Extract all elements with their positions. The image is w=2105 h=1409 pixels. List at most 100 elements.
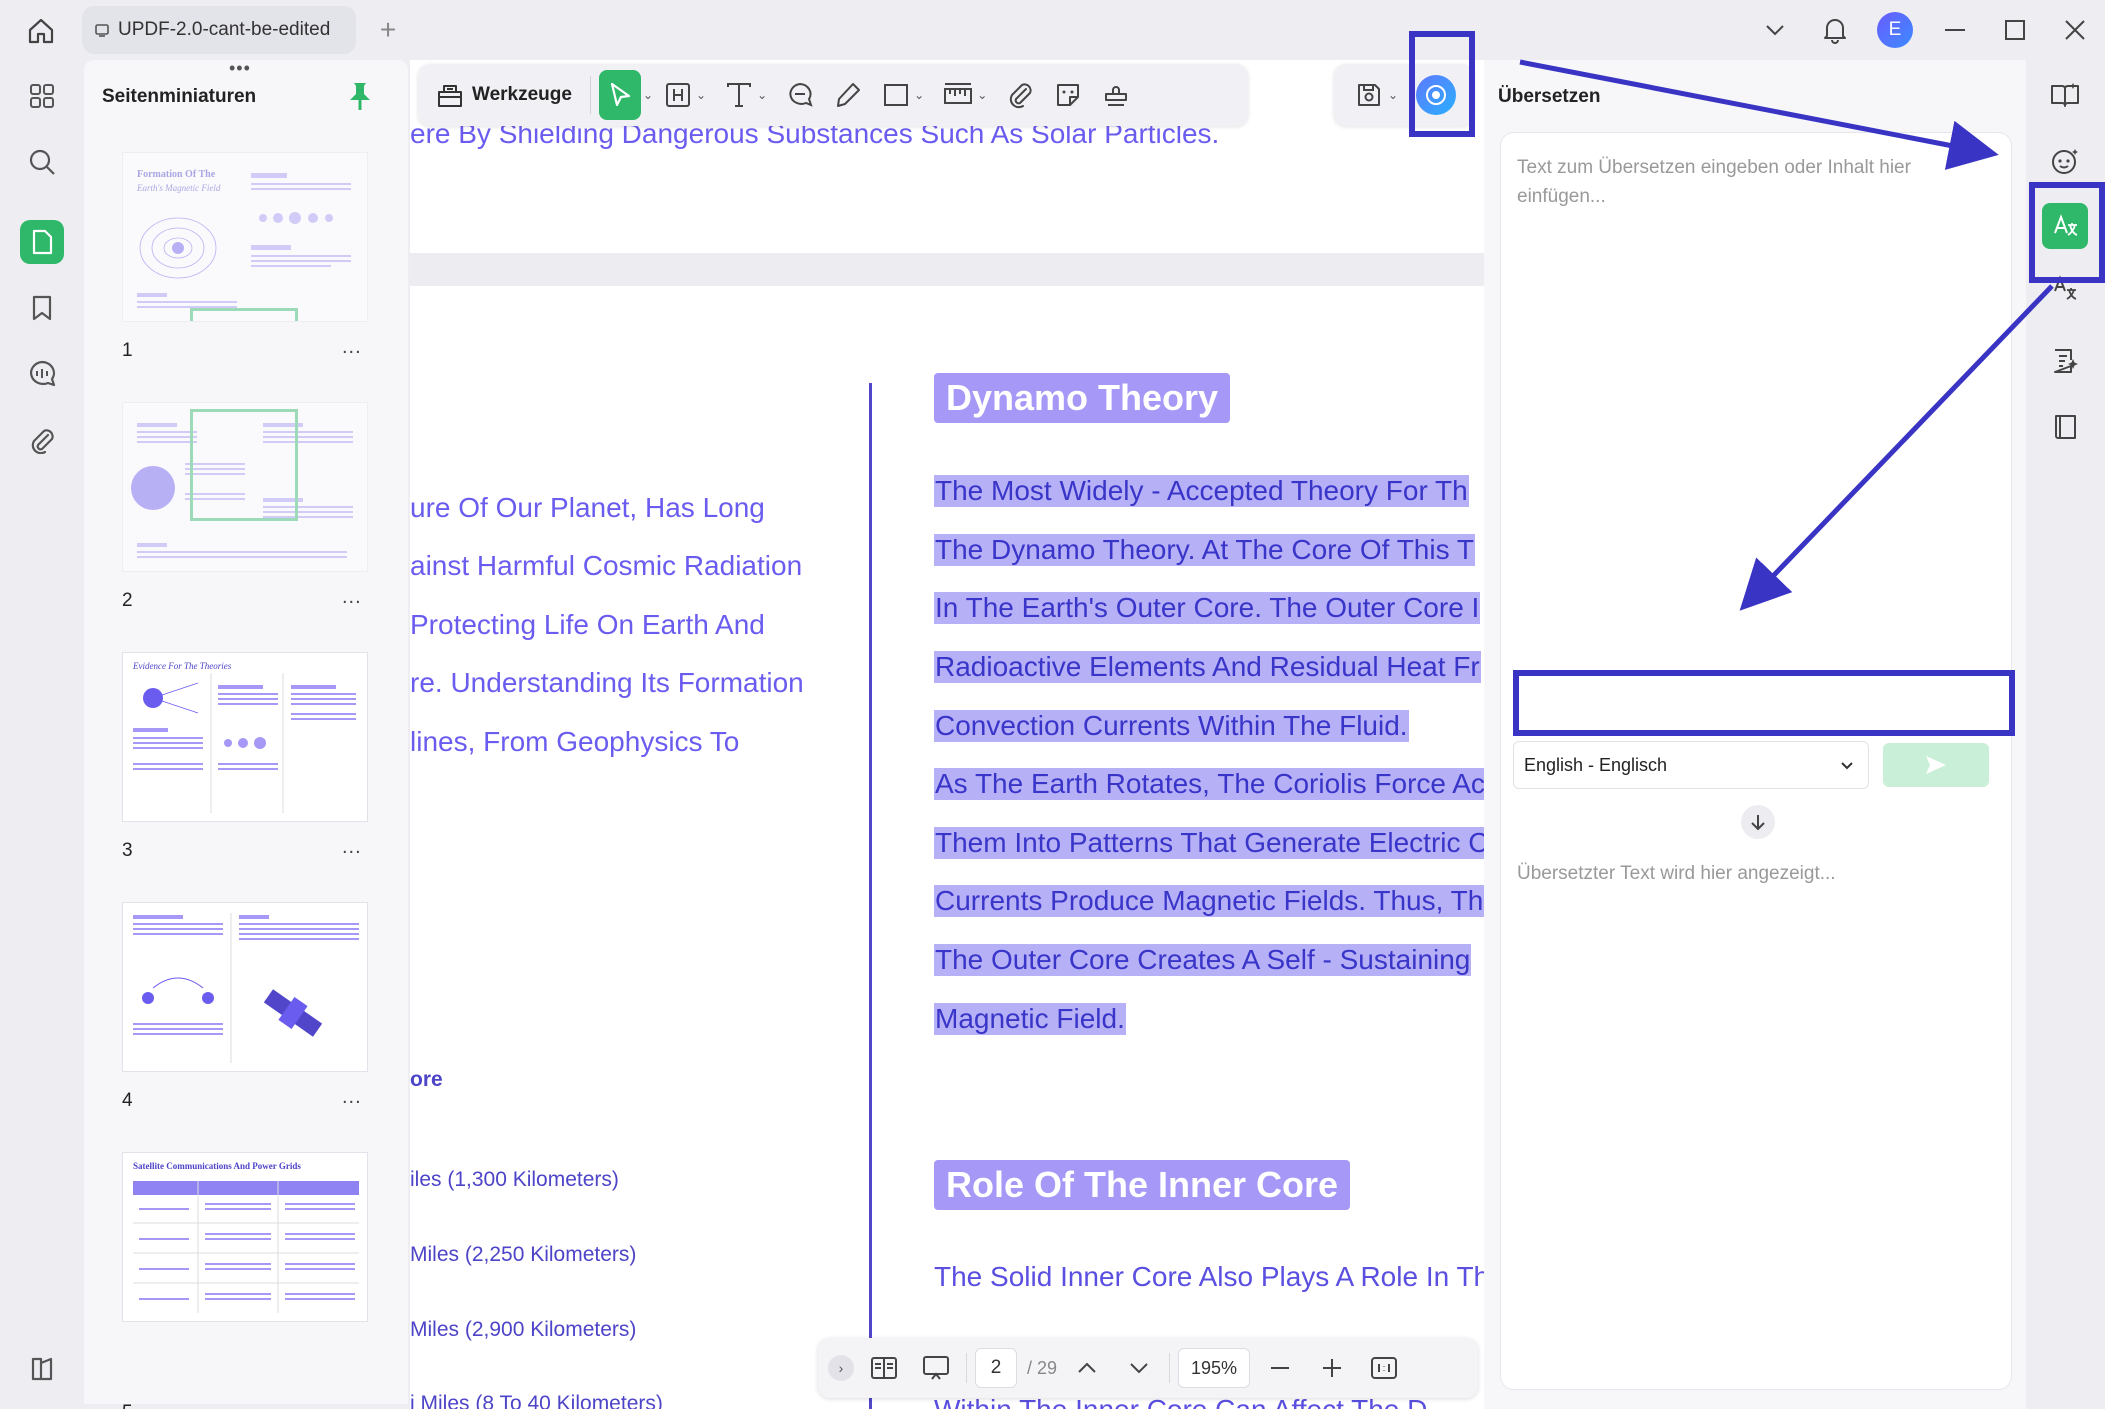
more-options-icon[interactable]: ... (342, 1086, 362, 1109)
page-thumbnail-1[interactable]: Formation Of The Earth's Magnetic Field (122, 152, 368, 322)
chevron-down-icon[interactable]: ⌄ (977, 88, 987, 102)
text-tool[interactable]: ⌄ (716, 70, 775, 120)
page-thumbnail-2[interactable] (122, 402, 368, 572)
reader-icon[interactable] (2042, 72, 2088, 118)
text-box-tool[interactable]: ⌄ (655, 70, 714, 120)
search-icon[interactable] (20, 140, 64, 184)
section-heading: Role Of The Inner Core (934, 1160, 1351, 1210)
bookmark-icon[interactable] (20, 286, 64, 330)
thumbnails-icon[interactable] (20, 220, 64, 264)
sidebar-toggle-icon[interactable] (20, 1346, 64, 1390)
page-layout-icon[interactable] (862, 1346, 906, 1390)
stamp-tool[interactable] (1093, 70, 1139, 120)
avatar: E (1877, 12, 1913, 48)
annotation-highlight-translate-icon (2029, 182, 2105, 283)
thumb-number: 1 (122, 340, 133, 361)
translated-text-output: Übersetzter Text wird hier angezeigt... (1517, 863, 1836, 884)
attach-tool[interactable] (997, 70, 1043, 120)
save-icon[interactable] (1354, 80, 1384, 110)
page-text-line: re. Understanding Its Formation (410, 667, 804, 698)
chevron-down-icon[interactable] (1117, 1346, 1161, 1390)
maximize-icon[interactable] (1985, 0, 2045, 60)
highlighted-text-line[interactable]: The Most Widely - Accepted Theory For Th (934, 475, 1469, 507)
document-viewer[interactable]: ua ere By Shielding Dangerous Substances… (410, 60, 1484, 1409)
highlighted-text-line[interactable]: Convection Currents Within The Fluid. (934, 710, 1409, 742)
chevron-down-icon[interactable] (1745, 0, 1805, 60)
tools-button[interactable]: Werkzeuge (426, 70, 582, 120)
more-options-icon[interactable]: ... (342, 836, 362, 859)
highlighted-text-line[interactable]: As The Earth Rotates, The Coriolis Force… (934, 768, 1484, 800)
actual-size-icon[interactable] (1362, 1346, 1406, 1390)
chevron-down-icon[interactable]: ⌄ (914, 88, 924, 102)
bell-icon[interactable] (1805, 0, 1865, 60)
pin-icon[interactable] (346, 80, 374, 112)
highlighted-text-line[interactable]: In The Earth's Outer Core. The Outer Cor… (934, 592, 1481, 624)
page-navigation-bar: › 2 / 29 195% (818, 1338, 1478, 1398)
language-label: English - Englisch (1524, 754, 1668, 775)
ai-chat-icon[interactable] (2042, 138, 2088, 184)
more-options-icon[interactable]: ... (342, 586, 362, 609)
more-options-icon[interactable]: ... (342, 1398, 362, 1409)
highlight-tool[interactable] (825, 70, 871, 120)
highlighted-text-line[interactable]: Currents Produce Magnetic Fields. Thus, … (934, 885, 1484, 917)
page-number-input[interactable]: 2 (975, 1348, 1017, 1388)
select-tool-button[interactable] (598, 70, 641, 120)
document-icon (94, 22, 110, 38)
source-text-input[interactable]: Text zum Übersetzen eingeben oder Inhalt… (1517, 153, 1987, 211)
column-divider (869, 383, 872, 1409)
new-tab-icon[interactable]: + (370, 12, 406, 48)
highlighted-text-line[interactable]: Radioactive Elements And Residual Heat F… (934, 651, 1481, 683)
chevron-down-icon[interactable]: ⌄ (757, 88, 767, 102)
page-subheading: ore (410, 1068, 443, 1091)
highlighted-text-line[interactable]: Them Into Patterns That Generate Electri… (934, 827, 1484, 859)
arrow-down-icon[interactable] (1741, 805, 1775, 839)
translate-send-button[interactable] (1883, 743, 1989, 787)
chevron-down-icon[interactable]: ⌄ (1388, 88, 1398, 102)
translate-card: Text zum Übersetzen eingeben oder Inhalt… (1500, 132, 2012, 1390)
chevron-down-icon[interactable]: ⌄ (643, 88, 653, 102)
user-avatar[interactable]: E (1865, 0, 1925, 60)
cursor-arrow-icon (605, 80, 635, 110)
presentation-icon[interactable] (914, 1346, 958, 1390)
drag-handle[interactable]: ••• (229, 58, 259, 78)
highlighted-text-line[interactable]: The Dynamo Theory. At The Core Of This T (934, 534, 1475, 566)
measure-tool[interactable]: ⌄ (934, 70, 995, 120)
zoom-in-icon[interactable] (1310, 1346, 1354, 1390)
left-nav (0, 60, 84, 1409)
annotation-highlight-language-row (1513, 670, 2015, 736)
comment-tool[interactable] (777, 70, 823, 120)
comment-icon[interactable] (20, 352, 64, 396)
book-icon[interactable] (2042, 404, 2088, 450)
pdf-page-2: ure Of Our Planet, Has Long ainst Harmfu… (410, 286, 1484, 1409)
page-thumbnail-3[interactable]: Evidence For The Theories (122, 652, 368, 822)
zoom-out-icon[interactable] (1258, 1346, 1302, 1390)
minimize-icon[interactable] (1925, 0, 1985, 60)
chevron-right-icon[interactable]: › (828, 1355, 854, 1381)
send-icon (1924, 754, 1948, 776)
shape-tool[interactable]: ⌄ (873, 70, 932, 120)
more-options-icon[interactable]: ... (342, 336, 362, 359)
highlighted-text-line[interactable]: The Outer Core Creates A Self - Sustaini… (934, 944, 1472, 976)
thumb-number: 2 (122, 590, 133, 611)
zoom-level-input[interactable]: 195% (1178, 1348, 1251, 1388)
page-thumbnail-4[interactable] (122, 902, 368, 1072)
panel-title: Übersetzen (1498, 86, 1601, 107)
chevron-down-icon[interactable]: ⌄ (696, 88, 706, 102)
target-language-select[interactable]: English - Englisch (1513, 741, 1869, 789)
home-icon[interactable] (18, 10, 64, 52)
page-text-line: The Solid Inner Core Also Plays A Role I… (934, 1261, 1484, 1292)
highlighted-text-line[interactable]: Magnetic Field. (934, 1003, 1126, 1035)
document-tab[interactable]: UPDF-2.0-cant-be-edited (82, 6, 356, 54)
chevron-up-icon[interactable] (1065, 1346, 1109, 1390)
page-thumbnail-5[interactable]: Satellite Communications And Power Grids (122, 1152, 368, 1322)
page-text-line: ainst Harmful Cosmic Radiation (410, 550, 803, 581)
sticker-tool[interactable] (1045, 70, 1091, 120)
apps-grid-icon[interactable] (20, 74, 64, 118)
pen-icon (833, 80, 863, 110)
ai-summary-icon[interactable] (2042, 338, 2088, 384)
tools-label: Werkzeuge (472, 84, 572, 105)
separator (1169, 1353, 1171, 1383)
text-t-icon (724, 80, 754, 110)
close-icon[interactable] (2045, 0, 2105, 60)
attachment-icon[interactable] (20, 418, 64, 462)
